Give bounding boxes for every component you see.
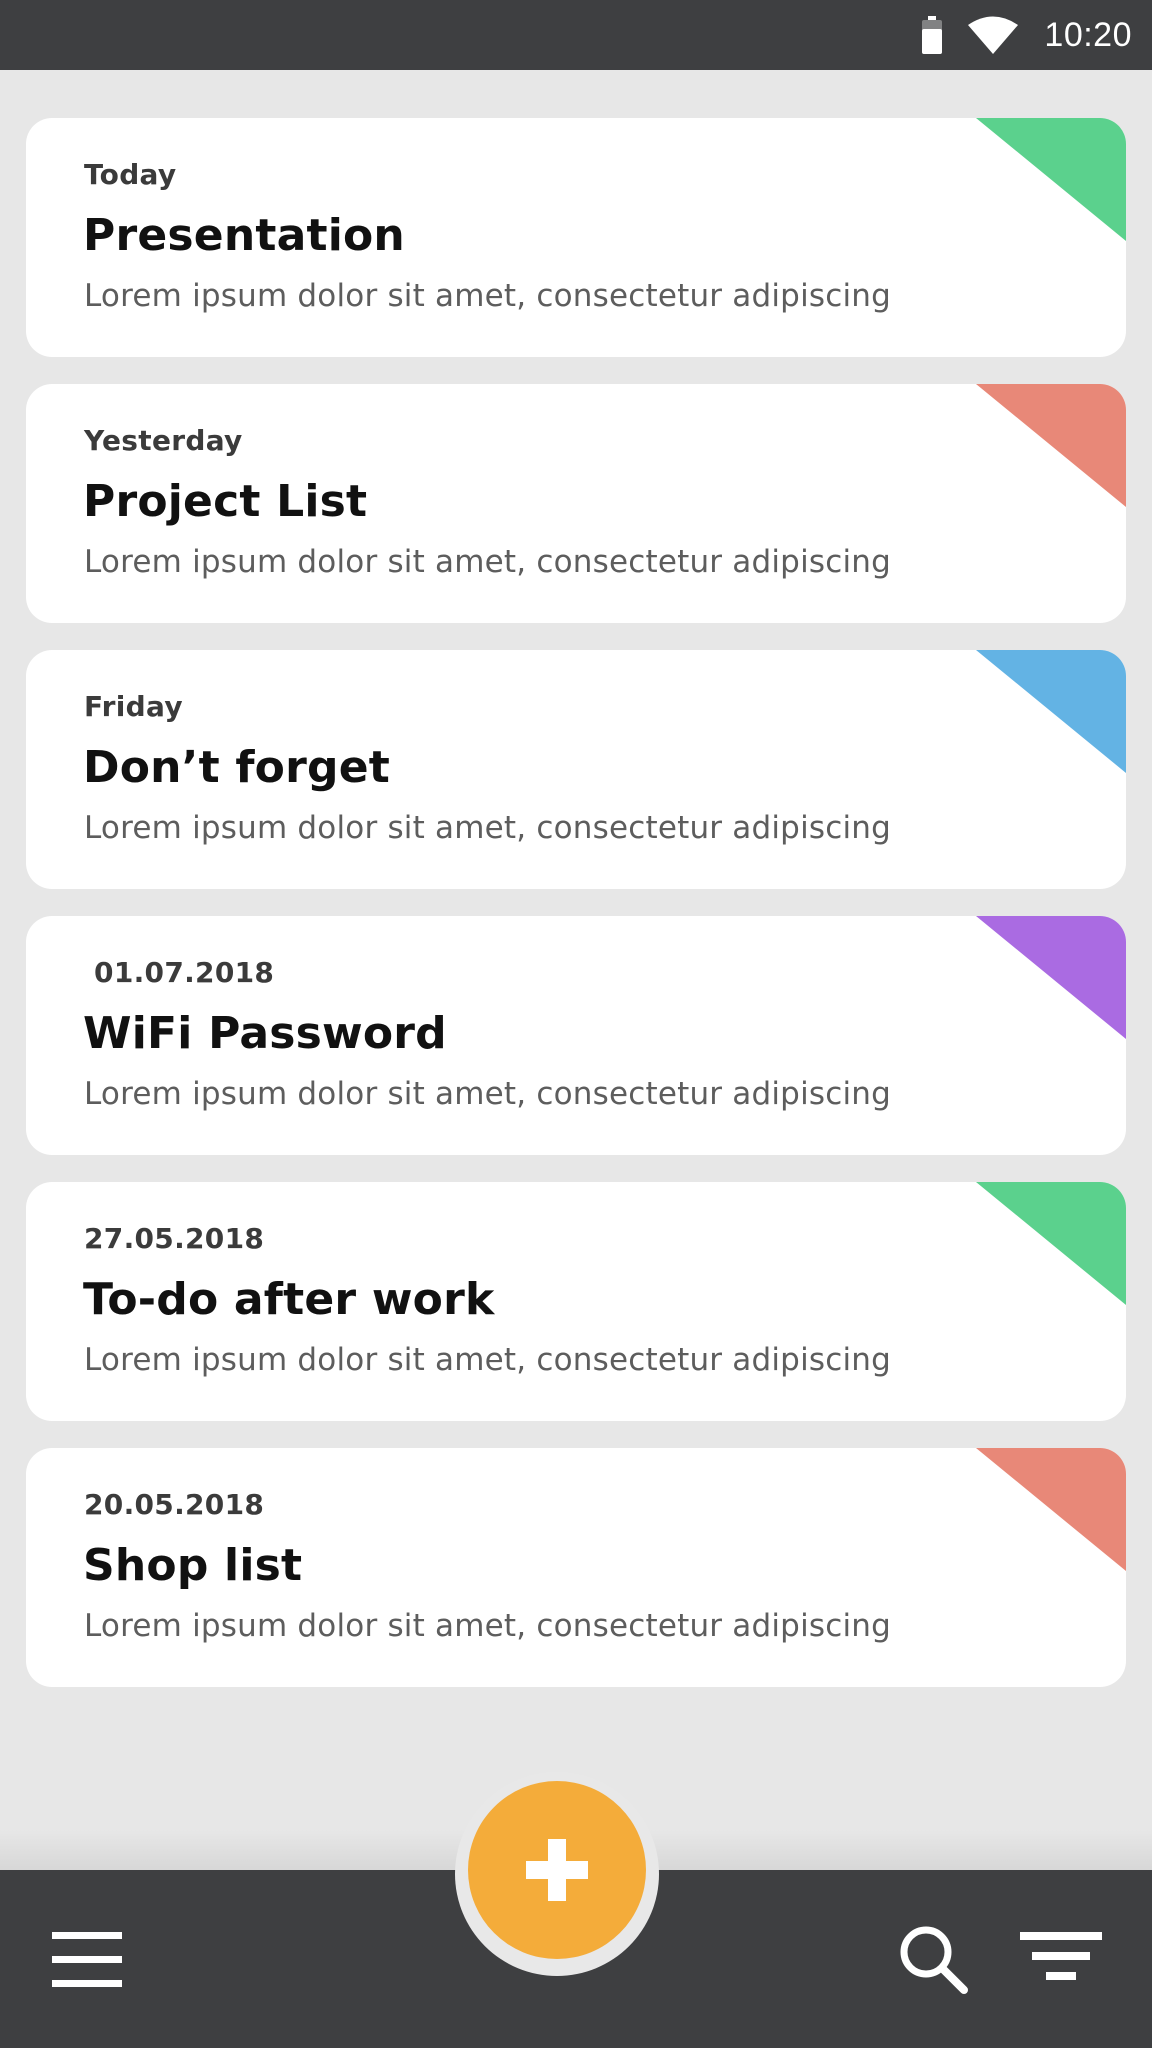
- note-title: Project List: [83, 476, 368, 527]
- note-card[interactable]: 01.07.2018 WiFi Password Lorem ipsum dol…: [26, 916, 1126, 1155]
- status-indicators: 10:20: [922, 0, 1132, 70]
- menu-icon: [52, 1932, 122, 1939]
- note-date: 27.05.2018: [84, 1222, 265, 1255]
- note-description: Lorem ipsum dolor sit amet, consectetur …: [84, 278, 892, 314]
- menu-icon: [52, 1956, 122, 1963]
- wifi-icon: [968, 16, 1019, 54]
- search-icon: [900, 1926, 968, 1994]
- note-title: Presentation: [83, 210, 405, 261]
- note-title: WiFi Password: [83, 1008, 447, 1059]
- color-tag: [976, 118, 1126, 241]
- plus-icon: [526, 1861, 588, 1879]
- color-tag: [976, 1182, 1126, 1305]
- note-title: Don’t forget: [83, 742, 390, 793]
- color-tag: [976, 916, 1126, 1039]
- note-card[interactable]: 20.05.2018 Shop list Lorem ipsum dolor s…: [26, 1448, 1126, 1687]
- note-date: Yesterday: [84, 424, 243, 457]
- color-tag: [976, 1448, 1126, 1571]
- note-description: Lorem ipsum dolor sit amet, consectetur …: [84, 1342, 892, 1378]
- color-tag: [976, 650, 1126, 773]
- battery-icon: [922, 16, 943, 54]
- status-time: 10:20: [1044, 15, 1132, 54]
- note-date: 01.07.2018: [84, 956, 275, 989]
- filter-button[interactable]: [1018, 1928, 1104, 1992]
- status-bar: 10:20: [0, 0, 1152, 70]
- note-description: Lorem ipsum dolor sit amet, consectetur …: [84, 1608, 892, 1644]
- note-card[interactable]: Today Presentation Lorem ipsum dolor sit…: [26, 118, 1126, 357]
- note-date: Friday: [84, 690, 183, 723]
- color-tag: [976, 384, 1126, 507]
- note-title: To-do after work: [83, 1274, 495, 1325]
- note-title: Shop list: [83, 1540, 303, 1591]
- note-card[interactable]: 27.05.2018 To-do after work Lorem ipsum …: [26, 1182, 1126, 1421]
- menu-button[interactable]: [48, 1930, 128, 1990]
- note-card[interactable]: Friday Don’t forget Lorem ipsum dolor si…: [26, 650, 1126, 889]
- note-date: Today: [84, 158, 177, 191]
- search-button[interactable]: [896, 1922, 972, 1998]
- note-description: Lorem ipsum dolor sit amet, consectetur …: [84, 1076, 892, 1112]
- filter-icon: [1020, 1932, 1102, 1980]
- add-note-button[interactable]: [468, 1781, 646, 1959]
- note-description: Lorem ipsum dolor sit amet, consectetur …: [84, 544, 892, 580]
- menu-icon: [52, 1980, 122, 1987]
- note-date: 20.05.2018: [84, 1488, 265, 1521]
- notes-list: Today Presentation Lorem ipsum dolor sit…: [26, 118, 1126, 1714]
- note-card[interactable]: Yesterday Project List Lorem ipsum dolor…: [26, 384, 1126, 623]
- note-description: Lorem ipsum dolor sit amet, consectetur …: [84, 810, 892, 846]
